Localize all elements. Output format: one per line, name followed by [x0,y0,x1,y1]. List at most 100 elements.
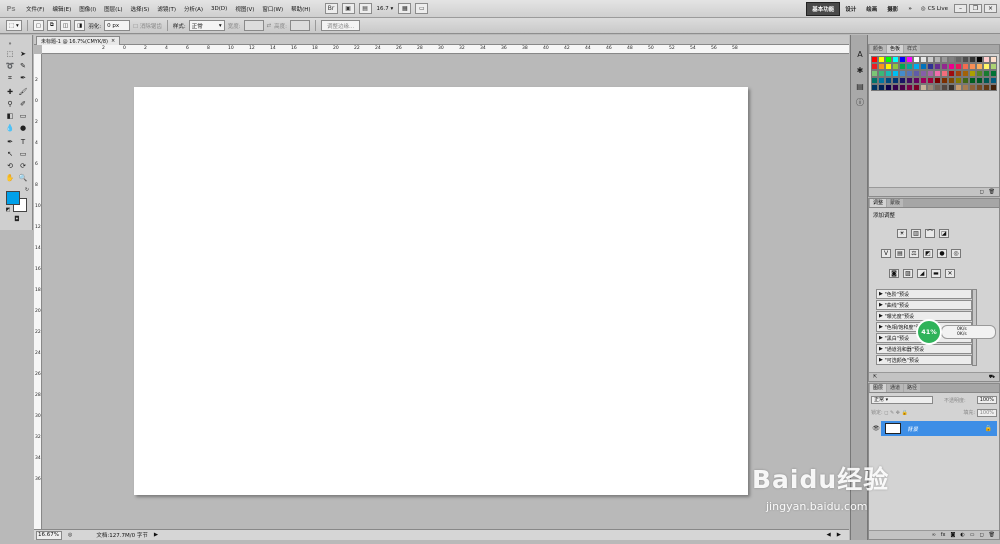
gradient-tool-icon[interactable]: ▭ [17,111,29,121]
color-swatch[interactable] [920,77,927,84]
posterize-icon[interactable]: ▨ [903,269,913,278]
color-swatch[interactable] [913,63,920,70]
gradient-map-icon[interactable]: ▬ [931,269,941,278]
menu-select[interactable]: 选择(S) [127,5,154,13]
color-swatch[interactable] [927,84,934,91]
tab-adjustments[interactable]: 调整 [870,199,887,207]
color-swatch[interactable] [941,56,948,63]
color-swatch[interactable] [962,84,969,91]
swap-icon[interactable]: ⇄ [267,23,272,29]
menu-analysis[interactable]: 分析(A) [180,5,207,13]
color-swatch[interactable] [934,84,941,91]
color-swatch[interactable] [920,70,927,77]
color-swatch[interactable] [934,63,941,70]
zoom-select[interactable]: 16.7 ▾ [377,6,394,12]
3d-orbit-tool-icon[interactable]: ⟳ [17,161,29,171]
menu-edit[interactable]: 编辑(E) [48,5,75,13]
layer-name[interactable]: 背景 [907,425,985,433]
vibrance-icon[interactable]: V [881,249,891,258]
color-swatch[interactable] [920,84,927,91]
type-tool-icon[interactable]: T [17,137,29,147]
clone-stamp-tool-icon[interactable]: ⚲ [4,99,16,109]
color-swatch[interactable] [955,77,962,84]
move-tool-icon[interactable]: ➤ [17,49,29,59]
color-swatch[interactable] [976,84,983,91]
height-input[interactable] [290,20,311,31]
color-swatch[interactable] [941,70,948,77]
color-swatch[interactable] [976,77,983,84]
scroll-left-icon[interactable]: ◀ [827,532,831,538]
color-swatch[interactable] [878,63,885,70]
color-swatch[interactable] [955,56,962,63]
foreground-color-swatch[interactable] [6,191,20,205]
style-select[interactable]: 正常 ▾ [188,20,225,31]
new-layer-icon[interactable]: ◻ [979,532,983,538]
horizontal-ruler[interactable]: 2 0 2 4 6 8 10 12 14 16 18 20 22 24 26 28 30 32 34 36 38 40 42… [42,45,849,54]
color-swatch[interactable] [892,84,899,91]
menu-help[interactable]: 帮助(H) [287,5,314,13]
color-swatch[interactable] [913,56,920,63]
photo-filter-icon[interactable]: ● [937,249,947,258]
color-swatch[interactable] [871,56,878,63]
tab-swatches[interactable]: 色板 [887,45,904,53]
color-swatch[interactable] [892,70,899,77]
color-swatch[interactable] [892,77,899,84]
color-swatch[interactable] [976,56,983,63]
color-swatch[interactable] [871,63,878,70]
color-swatch[interactable] [934,56,941,63]
preset-levels[interactable]: ▶ "色阶"预设 [876,289,972,299]
levels-icon[interactable]: ▥ [911,229,921,238]
color-swatch[interactable] [941,77,948,84]
color-swatch[interactable] [906,84,913,91]
color-swatch[interactable] [885,77,892,84]
document-tab[interactable]: 未标题-1 @ 16.7%(CMYK/8) × [36,36,121,45]
zoom-field[interactable]: 16.67% [36,530,62,540]
network-speed-badge[interactable]: 41% [916,319,942,345]
close-icon[interactable]: × [984,4,997,13]
color-swatch[interactable] [899,56,906,63]
tab-masks[interactable]: 蒙版 [887,199,904,207]
color-swatch[interactable] [969,56,976,63]
hand-tool-icon[interactable]: ✋ [4,173,16,183]
menu-layer[interactable]: 图层(L) [100,5,126,13]
new-swatch-icon[interactable]: ◻ [979,189,983,195]
menu-view[interactable]: 视图(V) [231,5,258,13]
hue-saturation-icon[interactable]: ▤ [895,249,905,258]
color-swatch[interactable] [983,70,990,77]
tab-layers[interactable]: 图层 [870,384,887,392]
color-swatch[interactable] [969,70,976,77]
color-swatch[interactable] [969,63,976,70]
color-swatch[interactable] [906,56,913,63]
exposure-icon[interactable]: ◪ [939,229,949,238]
canvas[interactable] [134,87,748,495]
delete-swatch-icon[interactable]: 🗑 [989,189,995,195]
color-swatch[interactable] [934,77,941,84]
link-layers-icon[interactable]: ∞ [932,532,936,538]
fill-input[interactable]: 100% [976,409,997,417]
brush-tool-icon[interactable]: 🖌 [17,87,29,97]
color-swatch[interactable] [962,63,969,70]
curves-icon[interactable]: ⌒ [925,229,935,238]
workspace-essentials[interactable]: 基本功能 [806,1,841,16]
color-swatch[interactable] [927,70,934,77]
color-swatch[interactable] [920,56,927,63]
color-swatch[interactable] [969,77,976,84]
layer-style-icon[interactable]: fx [941,532,946,538]
color-swatch[interactable] [871,70,878,77]
layer-row[interactable]: 👁 背景 🔒 [871,421,997,436]
toolbox-collapse-icon[interactable]: » [4,39,16,49]
status-menu-arrow-icon[interactable]: ▶ [154,532,158,538]
color-swatch[interactable] [948,63,955,70]
tab-color[interactable]: 颜色 [870,45,887,53]
tab-channels[interactable]: 通道 [887,384,904,392]
selective-color-icon[interactable]: ✕ [945,269,955,278]
zoom-tool-icon[interactable]: 🔍 [17,173,29,183]
pen-tool-icon[interactable]: ✒ [4,137,16,147]
path-select-tool-icon[interactable]: ↖ [4,149,16,159]
lock-icons[interactable]: ◻ ✎ ✥ 🔒 [884,410,908,416]
preset-channel-mixer[interactable]: ▶ "通道混和器"预设 [876,344,972,354]
color-swatch[interactable] [927,63,934,70]
color-swatch[interactable] [990,56,997,63]
menu-3d[interactable]: 3D(D) [207,6,231,12]
color-swatch[interactable] [913,70,920,77]
